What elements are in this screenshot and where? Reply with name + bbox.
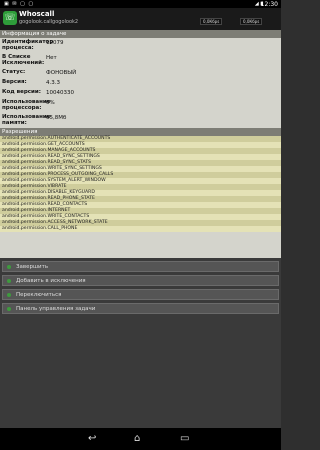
app-header: ☏ Whoscall gogolook.callgogolook2 0,0Кбp… xyxy=(0,8,281,30)
home-icon[interactable]: ⌂ xyxy=(134,433,140,444)
action-icon xyxy=(7,279,11,283)
permissions-header: Разрешения xyxy=(0,128,281,136)
permission-item: android.permission.CALL_PHONE xyxy=(0,226,281,232)
action-icon xyxy=(7,293,11,297)
end-task-button[interactable]: Завершить xyxy=(2,261,279,272)
app-title: Whoscall xyxy=(19,10,55,18)
whoscall-app-icon: ☏ xyxy=(3,11,17,25)
info-row-memory: Использование памяти: 65,8Мб xyxy=(2,114,67,126)
upload-speed: 0,0Кбps xyxy=(240,18,263,25)
recent-apps-icon[interactable]: ▭ xyxy=(180,433,189,444)
status-bar: ▣ ✉ ▢ ▢ ◢ ▮ 12:30 xyxy=(0,0,281,8)
download-speed: 0,0Кбps xyxy=(200,18,223,25)
switch-to-button[interactable]: Переключиться xyxy=(2,289,279,300)
task-info-header: Информация о задаче xyxy=(0,30,281,38)
permissions-list: android.permission.AUTHENTICATE_ACCOUNTS… xyxy=(0,136,281,232)
info-row-status: Статус: ФОНОВЫЙ xyxy=(2,69,77,76)
add-to-exclusions-button[interactable]: Добавить в исключения xyxy=(2,275,279,286)
navigation-bar: ↩ ⌂ ▭ xyxy=(0,428,281,450)
action-icon xyxy=(7,307,11,311)
info-row-exclusions: В Списке Исключений: Нет xyxy=(2,54,57,66)
back-icon[interactable]: ↩ xyxy=(88,433,96,444)
app-package: gogolook.callgogolook2 xyxy=(19,19,79,25)
action-icon xyxy=(7,265,11,269)
info-row-pid: Идентификатор процесса: 12079 xyxy=(2,39,64,51)
info-row-version: Версия: 4.3.3 xyxy=(2,79,60,86)
clock: 12:30 xyxy=(260,1,278,8)
notification-icons: ▣ ✉ ▢ ▢ xyxy=(4,1,35,7)
info-row-version-code: Код версии: 10040330 xyxy=(2,89,74,96)
action-panel: Завершить Добавить в исключения Переключ… xyxy=(0,258,281,428)
task-control-panel-button[interactable]: Панель управления задачи xyxy=(2,303,279,314)
task-details[interactable]: Информация о задаче Идентификатор процес… xyxy=(0,30,281,258)
info-row-cpu: Использование процессора: 0% xyxy=(2,99,55,111)
